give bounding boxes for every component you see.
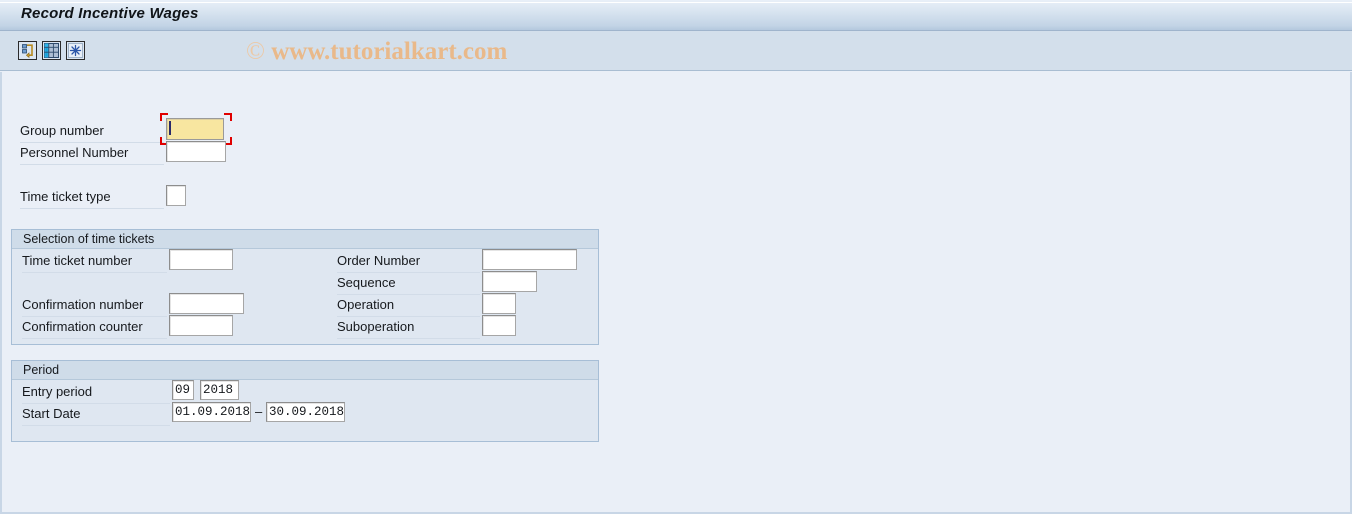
period-group: Period Entry period 09 2018 Start Date 0…	[11, 360, 599, 442]
selection-group-header: Selection of time tickets	[12, 230, 598, 249]
entry-period-rule	[22, 403, 170, 404]
confirmation-number-input[interactable]	[169, 293, 244, 314]
sequence-rule	[337, 294, 480, 295]
period-group-header: Period	[12, 361, 598, 380]
table-icon[interactable]	[42, 41, 61, 60]
suboperation-input[interactable]	[482, 315, 516, 336]
operation-input[interactable]	[482, 293, 516, 314]
back-icon[interactable]	[18, 41, 37, 60]
operation-label: Operation	[337, 297, 395, 312]
order-number-rule	[337, 272, 480, 273]
window-title-bar: Record Incentive Wages	[0, 0, 1352, 31]
date-range-separator: –	[255, 404, 263, 419]
suboperation-rule	[337, 338, 480, 339]
personnel-number-input[interactable]	[166, 141, 226, 162]
confirmation-counter-rule	[22, 338, 167, 339]
confirmation-counter-label: Confirmation counter	[22, 319, 143, 334]
time-ticket-type-label: Time ticket type	[20, 189, 111, 204]
order-number-input[interactable]	[482, 249, 577, 270]
time-ticket-number-rule	[22, 272, 167, 273]
sequence-label: Sequence	[337, 275, 396, 290]
group-number-rule	[20, 142, 164, 143]
application-toolbar	[0, 31, 1352, 71]
group-number-label: Group number	[20, 123, 104, 138]
group-number-input[interactable]	[166, 118, 224, 140]
time-ticket-type-rule	[20, 208, 164, 209]
selection-of-time-tickets-group: Selection of time tickets Time ticket nu…	[11, 229, 599, 345]
selection-group-body: Time ticket number Confirmation number C…	[12, 249, 598, 344]
entry-period-label: Entry period	[22, 384, 93, 399]
personnel-number-label: Personnel Number	[20, 145, 129, 160]
entry-period-month-input[interactable]: 09	[172, 380, 194, 400]
sequence-input[interactable]	[482, 271, 537, 292]
sap-transaction-window: Record Incentive Wages © www.tutorialkar…	[0, 0, 1352, 514]
confirmation-number-label: Confirmation number	[22, 297, 144, 312]
content-area: Group number Personnel Number Time ticke…	[0, 72, 1352, 514]
watermark-copyright-symbol: ©	[246, 38, 265, 65]
order-number-label: Order Number	[337, 253, 421, 268]
confirmation-counter-input[interactable]	[169, 315, 233, 336]
execute-icon[interactable]	[66, 41, 85, 60]
entry-period-year-input[interactable]: 2018	[200, 380, 239, 400]
page-title: Record Incentive Wages	[21, 5, 199, 22]
start-date-from-input[interactable]: 01.09.2018	[172, 402, 251, 422]
confirmation-number-rule	[22, 316, 167, 317]
watermark-text: www.tutorialkart.com	[271, 38, 508, 65]
selection-group-title: Selection of time tickets	[23, 232, 155, 246]
operation-rule	[337, 316, 480, 317]
time-ticket-type-input[interactable]	[166, 185, 186, 206]
title-bar-inner	[0, 2, 1352, 30]
start-date-to-input[interactable]: 30.09.2018	[266, 402, 345, 422]
time-ticket-number-label: Time ticket number	[22, 253, 133, 268]
personnel-number-rule	[20, 164, 164, 165]
period-group-body: Entry period 09 2018 Start Date 01.09.20…	[12, 380, 598, 441]
suboperation-label: Suboperation	[337, 319, 415, 334]
start-date-label: Start Date	[22, 406, 81, 421]
period-group-title: Period	[23, 363, 60, 377]
start-date-rule	[22, 425, 170, 426]
time-ticket-number-input[interactable]	[169, 249, 233, 270]
watermark: © www.tutorialkart.com	[246, 38, 507, 66]
text-caret	[169, 121, 171, 135]
